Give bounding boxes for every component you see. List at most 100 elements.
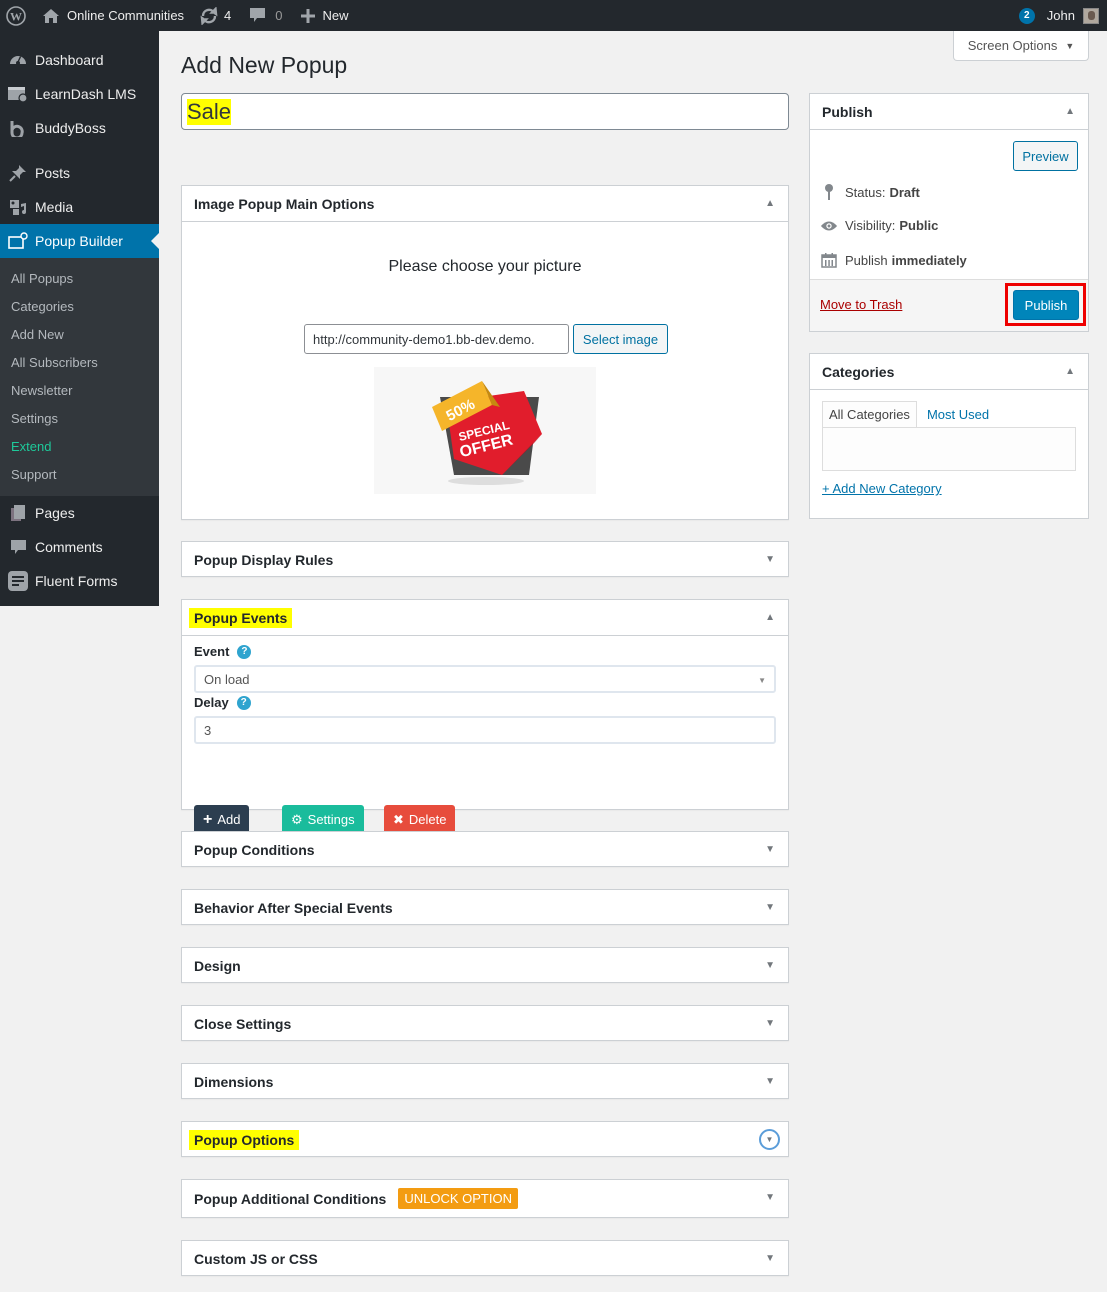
category-tabs: All Categories Most Used bbox=[822, 401, 995, 428]
expand-arrow-icon[interactable]: ▼ bbox=[765, 1018, 775, 1029]
expand-arrow-icon[interactable]: ▼ bbox=[765, 844, 775, 855]
dimensions-header[interactable]: Dimensions ▼ bbox=[182, 1064, 788, 1100]
sidebar-item-media[interactable]: Media bbox=[0, 190, 159, 224]
status-value: Draft bbox=[889, 184, 920, 200]
popup-conditions-header[interactable]: Popup Conditions ▼ bbox=[182, 832, 788, 868]
expand-circle-arrow-icon[interactable]: ▼ bbox=[759, 1129, 780, 1150]
wordpress-logo-button[interactable]: W bbox=[0, 0, 34, 31]
delete-event-button[interactable]: ✖ Delete bbox=[384, 805, 456, 834]
sidebar-label: Dashboard bbox=[35, 52, 104, 68]
publish-box-header[interactable]: Publish ▲ bbox=[810, 94, 1088, 130]
sidebar-item-pages[interactable]: Pages bbox=[0, 496, 159, 530]
choose-picture-prompt: Please choose your picture bbox=[388, 258, 582, 275]
visibility-value: Public bbox=[899, 218, 939, 233]
sidebar-item-buddyboss[interactable]: BuddyBoss bbox=[0, 111, 159, 145]
add-event-button[interactable]: + Add bbox=[194, 805, 250, 834]
admin-sidebar: Dashboard LearnDash LMS BuddyBoss Posts … bbox=[0, 31, 159, 606]
submenu-add-new[interactable]: Add New bbox=[0, 321, 159, 349]
popup-image-preview: 50% SPECIAL OFFER bbox=[374, 367, 596, 494]
user-avatar[interactable] bbox=[1083, 7, 1099, 24]
sidebar-item-fluent-forms[interactable]: Fluent Forms bbox=[0, 564, 159, 598]
unlock-option-badge[interactable]: UNLOCK OPTION bbox=[398, 1188, 518, 1209]
updates-link[interactable]: 4 bbox=[192, 0, 239, 31]
submenu-extend[interactable]: Extend bbox=[0, 433, 159, 461]
image-options-header[interactable]: Image Popup Main Options ▲ bbox=[182, 186, 788, 222]
sidebar-item-posts[interactable]: Posts bbox=[0, 156, 159, 190]
add-new-category-link[interactable]: + Add New Category bbox=[822, 481, 942, 496]
collapse-arrow-icon[interactable]: ▲ bbox=[1065, 106, 1075, 117]
screen-options-button[interactable]: Screen Options ▼ bbox=[953, 31, 1089, 61]
expand-arrow-icon[interactable]: ▼ bbox=[765, 1253, 775, 1264]
display-rules-header[interactable]: Popup Display Rules ▼ bbox=[182, 542, 788, 578]
notifications-badge[interactable]: 2 bbox=[1018, 7, 1035, 24]
custom-js-css-box: Custom JS or CSS ▼ bbox=[181, 1240, 789, 1276]
tab-all-categories[interactable]: All Categories bbox=[822, 401, 917, 428]
site-name-link[interactable]: Online Communities bbox=[34, 0, 192, 31]
schedule-label: Publish bbox=[845, 252, 888, 268]
plus-icon: + bbox=[203, 810, 213, 828]
add-label: Add bbox=[217, 812, 241, 827]
pages-icon bbox=[8, 503, 28, 523]
additional-conditions-header[interactable]: Popup Additional Conditions UNLOCK OPTIO… bbox=[182, 1180, 788, 1217]
submenu-all-popups[interactable]: All Popups bbox=[0, 265, 159, 293]
popup-title-input[interactable]: Sale bbox=[181, 93, 789, 130]
custom-js-css-header[interactable]: Custom JS or CSS ▼ bbox=[182, 1241, 788, 1277]
image-options-box: Image Popup Main Options ▲ Please choose… bbox=[181, 185, 789, 520]
visibility-row: Visibility: Public bbox=[820, 218, 938, 233]
move-to-trash-link[interactable]: Move to Trash bbox=[820, 297, 902, 312]
box-title: Close Settings bbox=[194, 1016, 292, 1032]
categories-box-header[interactable]: Categories ▲ bbox=[810, 354, 1088, 390]
help-icon[interactable]: ? bbox=[236, 695, 251, 710]
box-title: Popup Display Rules bbox=[194, 552, 334, 568]
popup-builder-icon bbox=[8, 231, 28, 251]
sidebar-item-popup-builder[interactable]: Popup Builder bbox=[0, 224, 159, 258]
sidebar-item-dashboard[interactable]: Dashboard bbox=[0, 43, 159, 77]
sidebar-item-comments[interactable]: Comments bbox=[0, 530, 159, 564]
expand-arrow-icon[interactable]: ▼ bbox=[765, 1192, 775, 1203]
collapse-arrow-icon[interactable]: ▲ bbox=[765, 198, 775, 209]
expand-arrow-icon[interactable]: ▼ bbox=[765, 1076, 775, 1087]
expand-arrow-icon[interactable]: ▼ bbox=[765, 902, 775, 913]
new-content-link[interactable]: New bbox=[291, 0, 357, 31]
submenu-all-subscribers[interactable]: All Subscribers bbox=[0, 349, 159, 377]
comments-link[interactable]: 0 bbox=[239, 0, 290, 31]
image-url-input[interactable]: http://community-demo1.bb-dev.demo. bbox=[304, 324, 569, 354]
help-icon[interactable]: ? bbox=[237, 644, 252, 659]
select-image-button[interactable]: Select image bbox=[573, 324, 668, 354]
sidebar-item-learndash[interactable]: LearnDash LMS bbox=[0, 77, 159, 111]
publish-highlight-outline: Publish bbox=[1005, 283, 1086, 326]
buddyboss-icon bbox=[8, 118, 28, 138]
expand-arrow-icon[interactable]: ▼ bbox=[765, 554, 775, 565]
submenu-settings[interactable]: Settings bbox=[0, 405, 159, 433]
submenu-support[interactable]: Support bbox=[0, 461, 159, 489]
collapse-arrow-icon[interactable]: ▲ bbox=[1065, 366, 1075, 377]
event-select[interactable]: On load ▼ bbox=[194, 665, 776, 693]
box-title: Dimensions bbox=[194, 1074, 274, 1090]
fluent-forms-icon bbox=[8, 571, 28, 591]
expand-arrow-icon[interactable]: ▼ bbox=[765, 960, 775, 971]
behavior-after-special-events-box: Behavior After Special Events ▼ bbox=[181, 889, 789, 925]
popup-events-header[interactable]: Popup Events ▲ bbox=[182, 600, 788, 636]
submenu-categories[interactable]: Categories bbox=[0, 293, 159, 321]
preview-button[interactable]: Preview bbox=[1013, 141, 1078, 171]
popup-options-header[interactable]: Popup Options ▼ bbox=[182, 1122, 788, 1158]
dropdown-arrow-icon: ▼ bbox=[758, 676, 766, 685]
tab-most-used[interactable]: Most Used bbox=[921, 401, 995, 428]
design-header[interactable]: Design ▼ bbox=[182, 948, 788, 984]
publish-button[interactable]: Publish bbox=[1013, 290, 1079, 320]
visibility-label: Visibility: bbox=[845, 218, 896, 233]
display-rules-box: Popup Display Rules ▼ bbox=[181, 541, 789, 577]
delete-label: Delete bbox=[408, 812, 447, 827]
delay-input[interactable]: 3 bbox=[194, 716, 776, 744]
submenu-newsletter[interactable]: Newsletter bbox=[0, 377, 159, 405]
pin-icon bbox=[820, 184, 838, 200]
behavior-header[interactable]: Behavior After Special Events ▼ bbox=[182, 890, 788, 926]
popup-options-box: Popup Options ▼ bbox=[181, 1121, 789, 1157]
user-name[interactable]: John bbox=[1047, 8, 1075, 23]
category-list-panel bbox=[822, 427, 1076, 471]
sidebar-label: BuddyBoss bbox=[35, 120, 106, 136]
wordpress-icon: W bbox=[6, 5, 26, 26]
event-settings-button[interactable]: ⚙ Settings bbox=[282, 805, 364, 834]
close-settings-header[interactable]: Close Settings ▼ bbox=[182, 1006, 788, 1042]
collapse-arrow-icon[interactable]: ▲ bbox=[765, 612, 775, 623]
